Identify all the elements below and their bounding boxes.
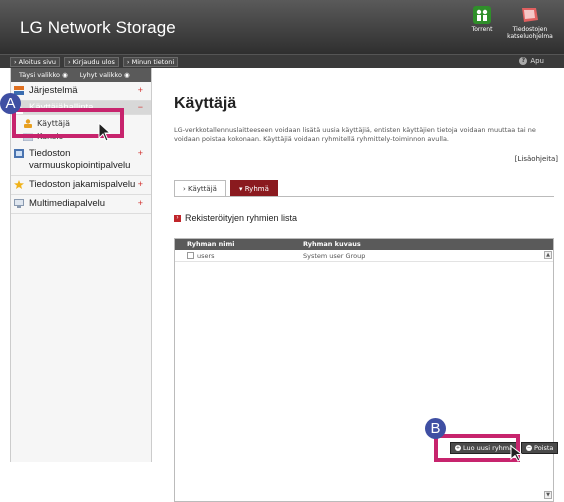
tabs-divider xyxy=(174,196,554,197)
app-title: LG Network Storage xyxy=(20,18,176,37)
multimedia-icon xyxy=(14,199,24,208)
expand-icon: + xyxy=(137,179,143,189)
group-description: System user Group xyxy=(303,252,366,260)
tab-user[interactable]: › Käyttäjä xyxy=(174,180,226,197)
delete-label: Poista xyxy=(534,444,554,452)
tab-group-label: Ryhmä xyxy=(244,184,269,193)
app-header: LG Network Storage Torrent Tiedostojen k… xyxy=(0,0,564,54)
full-menu-toggle[interactable]: Täysi valikko ◉ xyxy=(19,71,68,79)
column-header-name[interactable]: Ryhman nimi xyxy=(175,239,291,250)
highlight-box-b xyxy=(434,434,520,462)
nav-logout-link[interactable]: › Kirjaudu ulos xyxy=(64,57,119,67)
help-link[interactable]: ? Apu xyxy=(519,57,544,65)
sidebar-item-system[interactable]: Järjestelmä + xyxy=(11,82,151,101)
section-marker-icon: › xyxy=(174,214,181,222)
sidebar-item-share[interactable]: Tiedoston jakamispalvelu + xyxy=(11,176,151,195)
mouse-cursor-icon xyxy=(98,122,112,142)
marker-b: B xyxy=(425,418,446,439)
column-header-description[interactable]: Ryhman kuvaus xyxy=(291,239,361,250)
minus-icon: − xyxy=(526,445,532,451)
nav-bar: › Aloitus sivu › Kirjaudu ulos › Minun t… xyxy=(0,54,564,68)
section-title-label: Rekisteröityjen ryhmien lista xyxy=(185,213,298,223)
short-menu-toggle[interactable]: Lyhyt valikko ◉ xyxy=(80,71,130,79)
help-icon: ? xyxy=(519,57,528,65)
sidebar-item-backup-label: Tiedoston varmuuskopiointipalvelu xyxy=(29,148,131,171)
mouse-cursor-icon xyxy=(510,445,524,462)
short-menu-label: Lyhyt valikko xyxy=(79,71,122,79)
section-title: › Rekisteröityjen ryhmien lista xyxy=(174,213,297,223)
file-viewer-label: Tiedostojen katseluohjelma xyxy=(507,26,553,40)
collapse-icon: − xyxy=(137,102,143,112)
tab-bar: › Käyttäjä ▾ Ryhmä xyxy=(174,180,278,197)
groups-table: Ryhman nimi Ryhman kuvaus users System u… xyxy=(174,238,554,502)
nav-my-info-link[interactable]: › Minun tietoni xyxy=(122,57,179,67)
group-name: users xyxy=(197,251,215,260)
sidebar-item-multimedia-label: Multimediapalvelu xyxy=(29,198,106,209)
help-label: Apu xyxy=(530,57,544,65)
nav-home-label: Aloitus sivu xyxy=(18,58,56,66)
sidebar-item-backup[interactable]: Tiedoston varmuuskopiointipalvelu + xyxy=(11,145,151,176)
main-content: Käyttäjä LG-verkkotallennuslaitteeseen v… xyxy=(153,68,564,502)
nav-logout-label: Kirjaudu ulos xyxy=(72,58,115,66)
delete-button[interactable]: − Poista xyxy=(521,442,559,454)
scroll-down-button[interactable]: ▼ xyxy=(544,491,552,499)
share-icon xyxy=(14,180,24,189)
file-viewer-app-button[interactable]: Tiedostojen katseluohjelma xyxy=(504,6,556,40)
nav-home-link[interactable]: › Aloitus sivu xyxy=(10,57,60,67)
full-menu-label: Täysi valikko xyxy=(19,71,61,79)
backup-icon xyxy=(14,149,24,158)
file-viewer-icon xyxy=(522,8,538,22)
scroll-up-button[interactable]: ▲ xyxy=(544,251,552,259)
more-info-link[interactable]: [Lisäohjeita] xyxy=(515,155,558,163)
sidebar-item-multimedia[interactable]: Multimediapalvelu + xyxy=(11,195,151,214)
table-header: Ryhman nimi Ryhman kuvaus xyxy=(175,239,553,250)
sidebar-item-share-label: Tiedoston jakamispalvelu xyxy=(29,179,136,190)
tab-group[interactable]: ▾ Ryhmä xyxy=(229,180,278,197)
expand-icon: + xyxy=(137,148,143,158)
menu-toggle: Täysi valikko ◉ Lyhyt valikko ◉ xyxy=(11,68,151,82)
group-name-cell: users xyxy=(175,250,291,261)
torrent-app-button[interactable]: Torrent xyxy=(456,6,508,33)
torrent-label: Torrent xyxy=(471,26,493,33)
row-checkbox[interactable] xyxy=(187,252,194,259)
tab-user-label: Käyttäjä xyxy=(188,184,217,193)
expand-icon: + xyxy=(137,198,143,208)
nav-my-info-label: Minun tietoni xyxy=(131,58,175,66)
table-row[interactable]: users System user Group xyxy=(175,250,553,262)
sidebar-item-system-label: Järjestelmä xyxy=(29,85,78,96)
page-title: Käyttäjä xyxy=(174,95,237,112)
marker-a: A xyxy=(0,93,21,114)
expand-icon: + xyxy=(137,85,143,95)
page-description: LG-verkkotallennuslaitteeseen voidaan li… xyxy=(174,126,536,143)
torrent-icon xyxy=(473,6,491,24)
